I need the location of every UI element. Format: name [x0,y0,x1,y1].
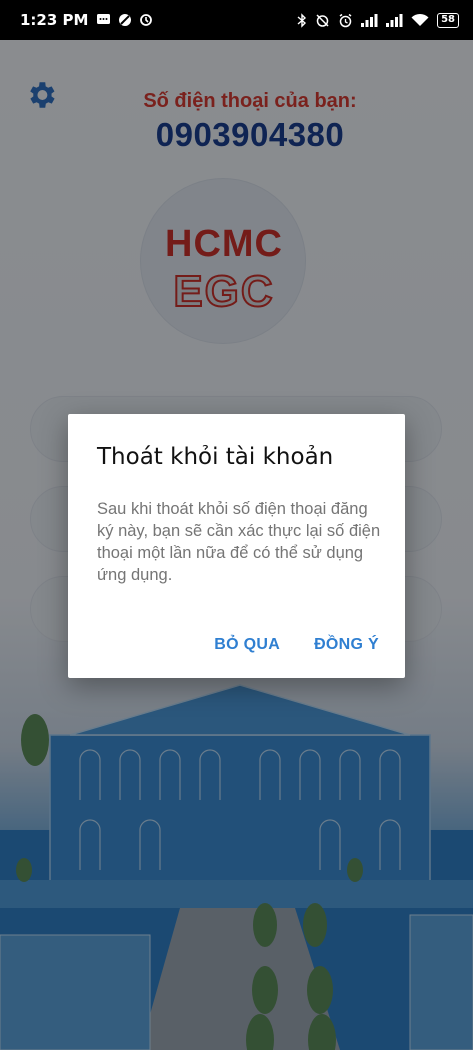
blocked-icon [119,14,132,26]
logout-dialog: Thoát khỏi tài khoản Sau khi thoát khỏi … [68,414,405,678]
battery-indicator: 58 [437,12,459,28]
confirm-button[interactable]: ĐỒNG Ý [314,636,379,654]
message-icon [97,14,111,24]
alarm-icon [339,13,352,27]
status-time: 1:23 PM [20,11,89,29]
alarm-off-icon [316,13,329,27]
dialog-message: Sau khi thoát khỏi số điện thoại đăng ký… [97,500,381,584]
status-bar: 1:23 PM 58 [0,0,473,40]
dialog-title: Thoát khỏi tài khoản [97,444,334,470]
cancel-button[interactable]: BỎ QUA [214,636,280,654]
system-icons: 58 [297,12,459,28]
sync-icon [140,14,153,26]
dialog-actions: BỎ QUA ĐỒNG Ý [214,636,379,654]
signal-icon [386,13,403,27]
bluetooth-icon [297,12,307,28]
notification-icons [96,13,153,27]
signal-icon [361,13,378,27]
wifi-icon [411,13,429,26]
